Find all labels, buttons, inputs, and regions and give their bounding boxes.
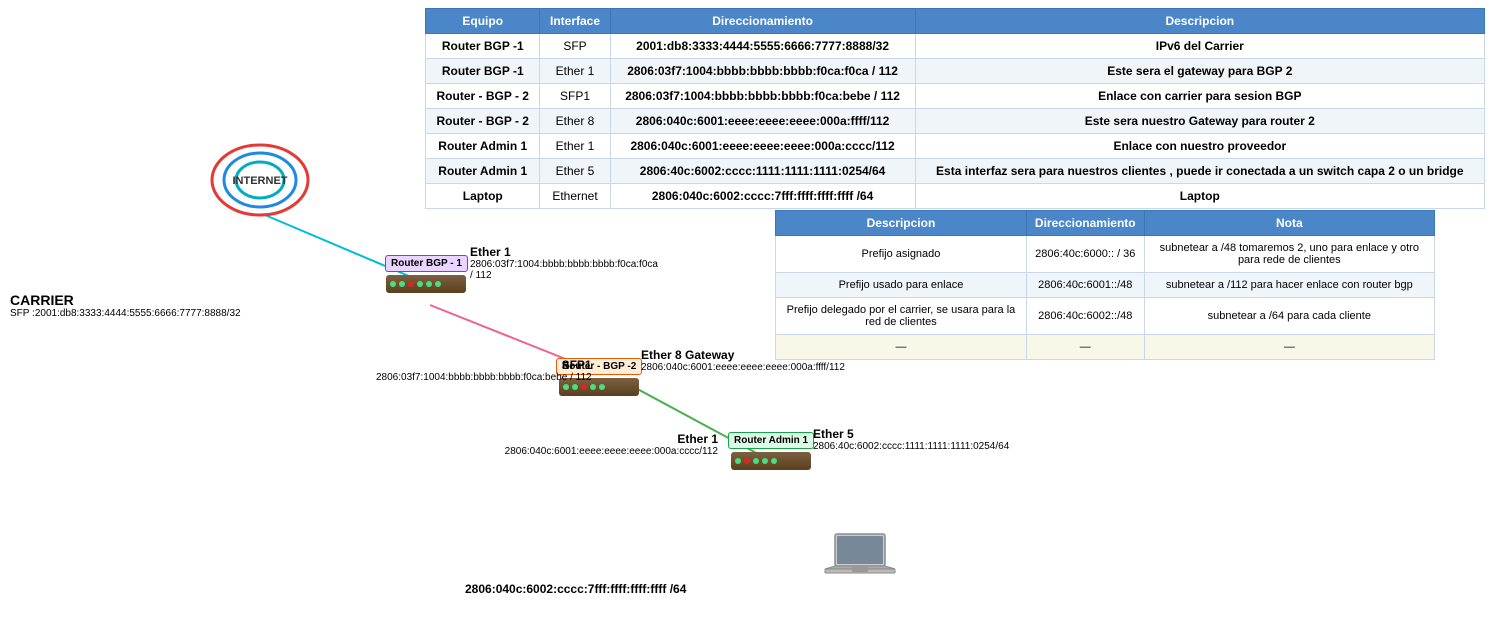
router-bgp1: Router BGP - 1 Ether 1 2806:03f7:1004:bb… xyxy=(385,255,468,293)
table-cell-1-3: Este sera el gateway para BGP 2 xyxy=(915,59,1484,84)
second-table-cell-3-2: — xyxy=(1144,335,1434,360)
second-table-row: Prefijo delegado por el carrier, se usar… xyxy=(776,298,1435,335)
col2-header-desc: Descripcion xyxy=(776,211,1027,236)
network-diagram: INTERNET CARRIER SFP :2001:db8:3333:4444… xyxy=(0,0,780,622)
laptop-ip-label: 2806:040c:6002:cccc:7fff:ffff:ffff:ffff … xyxy=(465,582,686,596)
second-table-cell-3-1: — xyxy=(1026,335,1144,360)
second-table-cell-1-2: subnetear a /112 para hacer enlace con r… xyxy=(1144,273,1434,298)
second-table-cell-0-0: Prefijo asignado xyxy=(776,236,1027,273)
second-table-row: Prefijo usado para enlace2806:40c:6001::… xyxy=(776,273,1435,298)
router-bgp2: Router - BGP -2 SFP1 2806:03f7:1004:bbbb… xyxy=(556,358,642,396)
second-table-cell-0-2: subnetear a /48 tomaremos 2, uno para en… xyxy=(1144,236,1434,273)
second-table-row: Prefijo asignado2806:40c:6000:: / 36subn… xyxy=(776,236,1435,273)
table-cell-2-3: Enlace con carrier para sesion BGP xyxy=(915,84,1484,109)
table-cell-3-3: Este sera nuestro Gateway para router 2 xyxy=(915,109,1484,134)
second-table-row: ——— xyxy=(776,335,1435,360)
second-table-cell-0-1: 2806:40c:6000:: / 36 xyxy=(1026,236,1144,273)
table-cell-0-3: IPv6 del Carrier xyxy=(915,34,1484,59)
table-cell-4-3: Enlace con nuestro proveedor xyxy=(915,134,1484,159)
table-cell-6-3: Laptop xyxy=(915,184,1484,209)
laptop-icon xyxy=(820,529,900,592)
router-admin1: Router Admin 1 Ether 1 2806:040c:6001:ee… xyxy=(728,432,814,470)
second-table: Descripcion Direccionamiento Nota Prefij… xyxy=(775,210,1435,360)
second-table-cell-1-1: 2806:40c:6001::/48 xyxy=(1026,273,1144,298)
second-table-cell-2-1: 2806:40c:6002::/48 xyxy=(1026,298,1144,335)
second-table-cell-2-2: subnetear a /64 para cada cliente xyxy=(1144,298,1434,335)
col2-header-dir: Direccionamiento xyxy=(1026,211,1144,236)
cloud-svg: INTERNET xyxy=(205,140,315,220)
internet-cloud: INTERNET xyxy=(200,130,320,230)
table-cell-5-3: Esta interfaz sera para nuestros cliente… xyxy=(915,159,1484,184)
carrier-label: CARRIER SFP :2001:db8:3333:4444:5555:666… xyxy=(10,292,241,319)
col2-header-nota: Nota xyxy=(1144,211,1434,236)
col-header-descripcion: Descripcion xyxy=(915,9,1484,34)
second-table-cell-2-0: Prefijo delegado por el carrier, se usar… xyxy=(776,298,1027,335)
svg-text:INTERNET: INTERNET xyxy=(233,175,288,187)
second-table-cell-1-0: Prefijo usado para enlace xyxy=(776,273,1027,298)
